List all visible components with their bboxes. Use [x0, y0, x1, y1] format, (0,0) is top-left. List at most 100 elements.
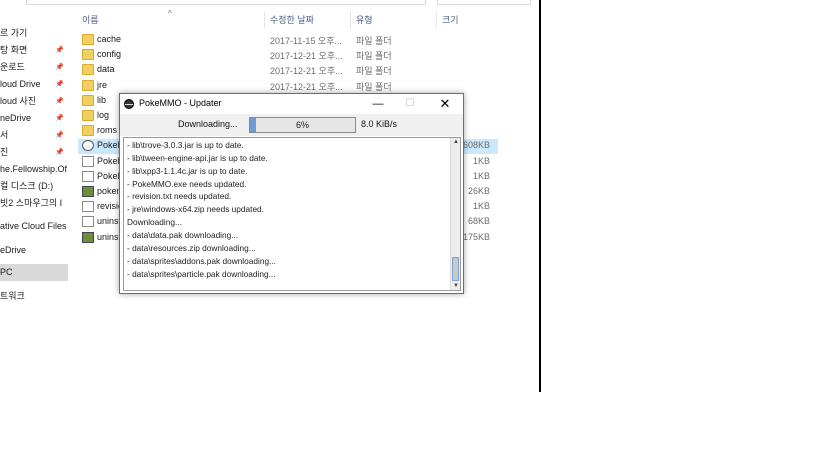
nav-item-label: 서: [0, 130, 9, 140]
folder-icon: [82, 34, 94, 45]
nav-item[interactable]: 트워크: [0, 288, 68, 305]
column-header-size[interactable]: 크기: [442, 12, 459, 28]
log-line: - data\data.pak downloading...: [127, 229, 239, 240]
file-size: 1KB: [472, 201, 490, 212]
log-line: - data\sprites\addons.pak downloading...: [127, 255, 276, 266]
nav-item[interactable]: eDrive: [0, 242, 68, 259]
nav-item-label: loud 사진: [0, 96, 37, 106]
maximize-button[interactable]: ☐: [395, 95, 425, 113]
column-separator[interactable]: [436, 12, 437, 28]
sort-ascending-icon: ^: [168, 9, 172, 18]
nav-item[interactable]: ative Cloud Files: [0, 218, 68, 235]
nav-item-label: 탕 화면: [0, 45, 28, 55]
file-name: cache: [97, 34, 122, 44]
file-type: 파일 폴더: [356, 36, 392, 46]
pin-icon[interactable]: 📌: [55, 59, 64, 76]
pin-icon[interactable]: 📌: [55, 42, 64, 59]
nav-item-label: ative Cloud Files: [0, 221, 67, 231]
address-bar[interactable]: [26, 0, 426, 5]
nav-item[interactable]: 빗2 스마우그의 I: [0, 195, 68, 212]
nav-item-label: 진: [0, 147, 9, 157]
file-name: log: [97, 110, 110, 120]
log-line: - revision.txt needs updated.: [127, 191, 232, 202]
log-scrollbar[interactable]: ▲ ▼: [450, 138, 460, 290]
nav-item[interactable]: loud Drive 📌: [0, 76, 68, 93]
file-size: 1KB: [472, 170, 490, 181]
file-type: 파일 폴더: [356, 81, 392, 92]
progress-section: Downloading... 6% 8.0 KiB/s: [120, 114, 463, 136]
window-border: [539, 0, 541, 392]
folder-icon: [82, 125, 94, 137]
nav-item-label: he.Fellowship.Of.T: [0, 164, 68, 174]
file-row[interactable]: data 2017-12-21 오후... 파일 폴더: [78, 63, 498, 78]
document-icon: [82, 201, 94, 213]
folder-icon: [82, 49, 94, 61]
file-row[interactable]: jre 2017-12-21 오후... 파일 폴더: [78, 79, 498, 94]
scroll-thumb[interactable]: [452, 257, 459, 281]
nav-item[interactable]: 탕 화면 📌: [0, 42, 68, 59]
log-line: - jre\windows-x64.zip needs updated.: [127, 204, 264, 215]
column-separator[interactable]: [264, 12, 265, 28]
nav-item-label: 운로드: [0, 62, 25, 72]
file-size: 26KB: [467, 186, 490, 196]
scroll-up-arrow-icon[interactable]: ▲: [452, 139, 460, 145]
pin-icon[interactable]: 📌: [55, 93, 64, 110]
file-type: 파일 폴더: [356, 51, 392, 62]
column-header-type[interactable]: 유형: [356, 12, 373, 28]
pin-icon[interactable]: 📌: [55, 110, 64, 127]
updater-dialog: PokeMMO - Updater — ☐ ✕ Downloading... 6…: [119, 93, 464, 294]
minimize-button[interactable]: —: [363, 95, 393, 113]
app-icon: [82, 140, 94, 152]
download-status-label: Downloading...: [178, 119, 238, 129]
log-line: Downloading...: [127, 217, 182, 228]
file-name: data: [97, 64, 115, 75]
nav-item-label: loud Drive: [0, 79, 41, 89]
column-separator[interactable]: [350, 12, 351, 28]
file-name: config: [97, 49, 122, 60]
file-name: jre: [97, 79, 108, 90]
file-date: 2017-12-21 오후...: [270, 81, 343, 92]
pin-icon[interactable]: 📌: [55, 127, 64, 144]
log-line: - PokeMMO.exe needs updated.: [127, 178, 247, 189]
navigation-pane: 르 가기 탕 화면 📌 운로드 📌 loud Drive 📌 loud 사진 📌 neDrive 📌…: [0, 20, 68, 392]
column-header-name[interactable]: 이름: [82, 12, 99, 28]
pin-icon[interactable]: 📌: [55, 76, 64, 93]
nav-item-label: eDrive: [0, 245, 27, 255]
nav-item[interactable]: 서 📌: [0, 127, 68, 144]
nav-item[interactable]: he.Fellowship.Of.T: [0, 161, 68, 178]
file-date: 2017-12-21 오후...: [270, 51, 343, 62]
nav-item[interactable]: 운로드 📌: [0, 59, 68, 76]
nav-item-label: PC: [0, 267, 13, 277]
dialog-titlebar[interactable]: PokeMMO - Updater — ☐ ✕: [120, 94, 463, 114]
nav-item[interactable]: 르 가기: [0, 25, 68, 42]
search-input[interactable]: [437, 0, 531, 5]
document-icon: [82, 216, 94, 228]
nav-item-label: 르 가기: [0, 28, 28, 38]
log-line: - lib\tween-engine-api.jar is up to date…: [127, 152, 268, 163]
nav-item-label: 트워크: [0, 291, 25, 301]
document-icon: [82, 155, 94, 167]
nav-item[interactable]: 컬 디스크 (D:): [0, 178, 68, 195]
nav-item-label: 빗2 스마우그의 I: [0, 198, 63, 208]
document-icon: [82, 170, 94, 182]
log-line: - data\resources.zip downloading...: [127, 242, 256, 253]
log-line: - lib\xpp3-1.1.4c.jar is up to date.: [127, 165, 248, 176]
folder-icon: [82, 79, 94, 91]
column-header-modified[interactable]: 수정한 날짜: [270, 12, 314, 28]
nav-item[interactable]: loud 사진 📌: [0, 93, 68, 110]
nav-item[interactable]: PC: [0, 264, 68, 281]
nav-item[interactable]: neDrive 📌: [0, 110, 68, 127]
folder-icon: [82, 64, 94, 76]
nav-item[interactable]: 진 📌: [0, 144, 68, 161]
file-name: lib: [97, 94, 107, 105]
pin-icon[interactable]: 📌: [55, 144, 64, 161]
file-row[interactable]: cache 2017-11-15 오후... 파일 폴더: [78, 33, 498, 48]
log-line: - data\sprites\particle.pak downloading.…: [127, 268, 276, 279]
update-log[interactable]: - lib\trove-3.0.3.jar is up to date. - li…: [123, 137, 461, 291]
close-button[interactable]: ✕: [430, 95, 460, 113]
folder-icon: [82, 110, 94, 121]
file-size: 1KB: [472, 155, 490, 166]
progress-percent-text: 6%: [295, 120, 309, 130]
scroll-down-arrow-icon[interactable]: ▼: [452, 283, 460, 289]
file-row[interactable]: config 2017-12-21 오후... 파일 폴더: [78, 48, 498, 63]
